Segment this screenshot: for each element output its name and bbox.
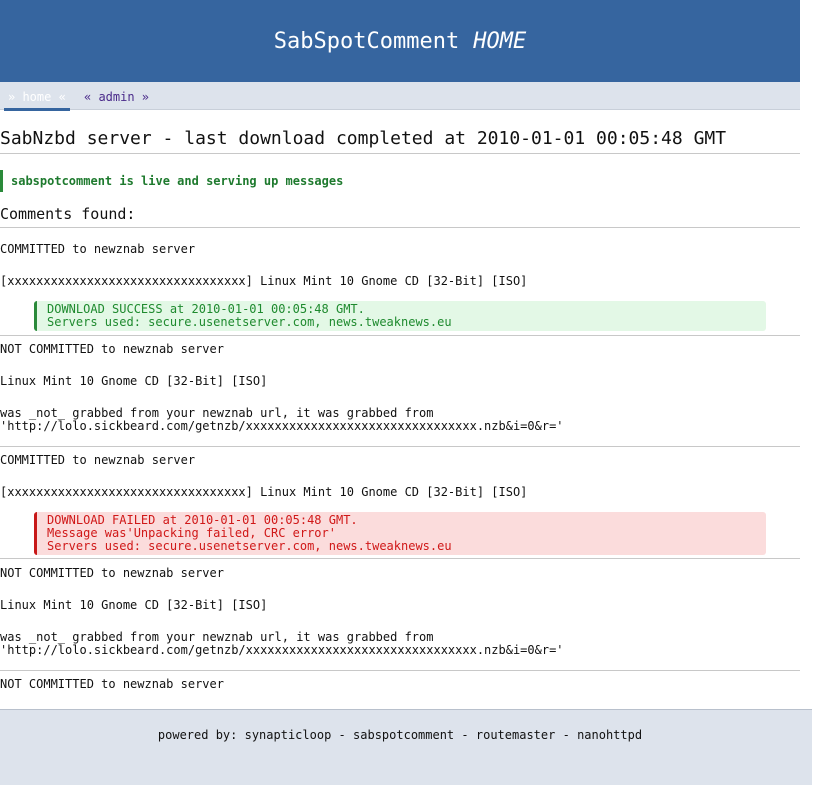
comment-message: was _not_ grabbed from your newznab url,… [0, 406, 434, 420]
comment-title: [xxxxxxxxxxxxxxxxxxxxxxxxxxxxxxxxx] Linu… [0, 274, 528, 288]
nav-bar: » home « « admin » [0, 82, 800, 111]
divider [0, 446, 800, 447]
site-header: SabSpotComment HOME [0, 0, 800, 82]
result-line: Servers used: secure.usenetserver.com, n… [47, 539, 452, 553]
page-title: SabNzbd server - last download completed… [0, 128, 727, 149]
footer-link-nanohttpd[interactable]: nanohttpd [577, 728, 642, 742]
comments-heading: Comments found: [0, 205, 136, 223]
footer-link-sabspotcomment[interactable]: sabspotcomment [353, 728, 454, 742]
divider [0, 558, 800, 559]
comment-title: [xxxxxxxxxxxxxxxxxxxxxxxxxxxxxxxxx] Linu… [0, 485, 528, 499]
download-success-box: DOWNLOAD SUCCESS at 2010-01-01 00:05:48 … [34, 301, 766, 331]
site-section: HOME [473, 28, 527, 54]
divider [0, 670, 800, 671]
nav-home-link[interactable]: » home « [4, 88, 70, 111]
footer-link-routemaster[interactable]: routemaster [476, 728, 555, 742]
comment-status: COMMITTED to newznab server [0, 453, 196, 467]
result-line: Servers used: secure.usenetserver.com, n… [47, 315, 452, 329]
comment-status: NOT COMMITTED to newznab server [0, 566, 224, 580]
comment-message: 'http://lolo.sickbeard.com/getnzb/xxxxxx… [0, 643, 564, 657]
comment-status: NOT COMMITTED to newznab server [0, 342, 224, 356]
divider [0, 227, 800, 228]
divider [0, 153, 800, 154]
download-failed-box: DOWNLOAD FAILED at 2010-01-01 00:05:48 G… [34, 512, 766, 555]
footer-credits: powered by: synapticloop - sabspotcommen… [0, 728, 800, 742]
footer-separator: - [562, 728, 570, 742]
comment-title: Linux Mint 10 Gnome CD [32-Bit] [ISO] [0, 598, 268, 612]
site-title: SabSpotComment [273, 28, 460, 54]
comment-message: was _not_ grabbed from your newznab url,… [0, 630, 434, 644]
nav-admin-link[interactable]: « admin » [84, 90, 149, 104]
comment-message: 'http://lolo.sickbeard.com/getnzb/xxxxxx… [0, 419, 564, 433]
comment-status: NOT COMMITTED to newznab server [0, 677, 224, 691]
comment-title: Linux Mint 10 Gnome CD [32-Bit] [ISO] [0, 374, 268, 388]
footer-separator: - [461, 728, 469, 742]
footer-separator: - [338, 728, 346, 742]
footer-link-synapticloop[interactable]: synapticloop [245, 728, 332, 742]
live-status-message: sabspotcomment is live and serving up me… [0, 170, 400, 192]
comment-status: COMMITTED to newznab server [0, 242, 196, 256]
divider [0, 335, 800, 336]
footer: powered by: synapticloop - sabspotcommen… [0, 709, 812, 785]
footer-prefix: powered by: [157, 728, 238, 742]
